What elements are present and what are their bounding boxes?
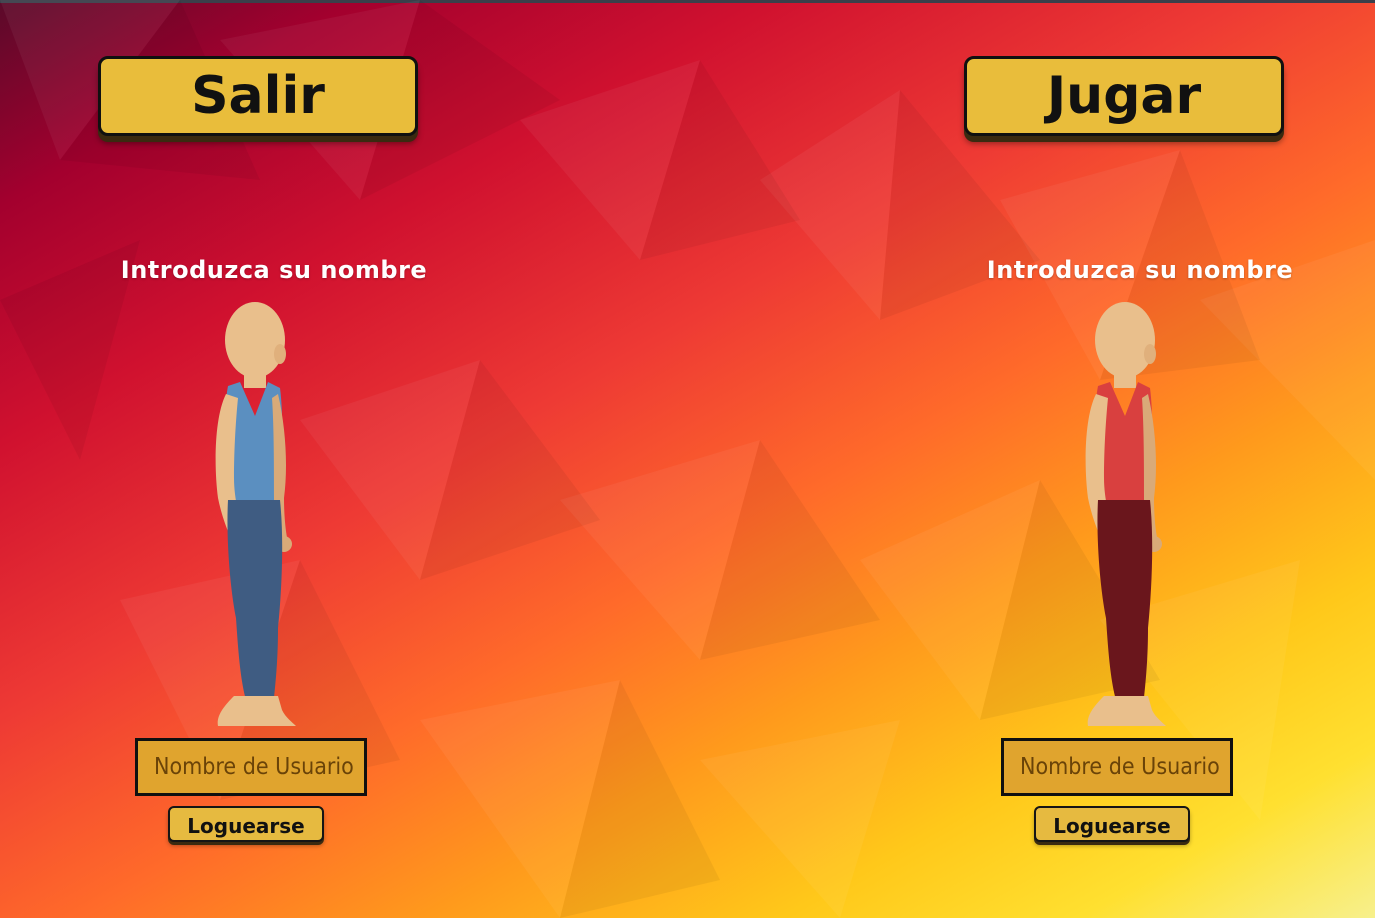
avatar-head [225, 302, 285, 378]
avatar-head [1095, 302, 1155, 378]
player2-login-button[interactable]: Loguearse [1034, 806, 1190, 842]
avatar-neck [1114, 370, 1136, 388]
player1-name-prompt: Introduzca su nombre [120, 256, 428, 284]
play-button[interactable]: Jugar [964, 56, 1284, 136]
avatar-pants [1097, 500, 1153, 700]
player2-name-prompt: Introduzca su nombre [986, 256, 1294, 284]
player1-avatar [215, 302, 296, 726]
avatar-ear [1144, 344, 1156, 364]
exit-button[interactable]: Salir [98, 56, 418, 136]
avatar-ear [274, 344, 286, 364]
player1-username-input[interactable] [135, 738, 367, 796]
avatar-neck [244, 370, 266, 388]
player2-avatar [1085, 302, 1166, 726]
avatar-feet [1087, 696, 1166, 726]
player2-username-input[interactable] [1001, 738, 1233, 796]
avatar-pants [227, 500, 283, 700]
player1-login-button[interactable]: Loguearse [168, 806, 324, 842]
avatar-feet [217, 696, 296, 726]
